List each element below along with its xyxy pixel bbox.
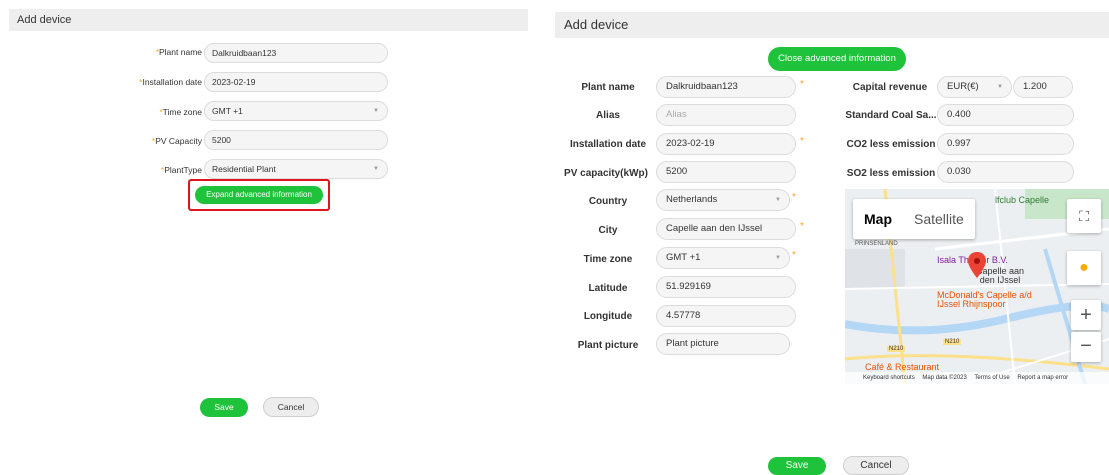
close-advanced-button[interactable]: Close advanced information	[768, 47, 906, 71]
map-type-toggle: Map Satellite	[853, 199, 975, 239]
map-pin-icon[interactable]	[968, 252, 986, 278]
pv-capacity-label: PV capacity(kWp)	[564, 168, 648, 179]
satellite-tab[interactable]: Satellite	[903, 199, 975, 239]
country-label: Country	[588, 196, 628, 207]
cancel-button[interactable]: Cancel	[263, 397, 319, 417]
installation-date-input[interactable]: 2023-02-19	[204, 72, 388, 92]
keyboard-shortcuts-link[interactable]: Keyboard shortcuts	[863, 375, 915, 381]
latitude-input[interactable]: 51.929169	[656, 276, 796, 298]
co2-label: CO2 less emission	[846, 139, 936, 150]
chevron-down-icon: ▼	[775, 197, 781, 203]
required-mark: *	[800, 136, 804, 147]
street-view-pegman-icon[interactable]: ●	[1067, 251, 1101, 285]
left-header: Add device	[9, 9, 528, 31]
plant-name-input[interactable]: Dalkruidbaan123	[656, 76, 796, 98]
chevron-down-icon: ▼	[373, 166, 379, 172]
currency-select[interactable]: EUR(€) ▼	[937, 76, 1012, 98]
map-road-label: N210	[887, 346, 906, 352]
map-data-credit: Map data ©2023	[922, 375, 967, 381]
page-title: Add device	[564, 17, 629, 32]
capital-revenue-label: Capital revenue	[852, 82, 928, 93]
co2-input[interactable]: 0.997	[937, 133, 1074, 155]
chevron-down-icon: ▼	[373, 108, 379, 114]
map-view[interactable]: lfclub Capelle PRINSENLAND Isala Theater…	[845, 189, 1109, 384]
chevron-down-icon: ▼	[775, 255, 781, 261]
time-zone-label: Time zone	[583, 254, 633, 265]
pv-capacity-input[interactable]: 5200	[656, 161, 796, 183]
terms-link[interactable]: Terms of Use	[974, 375, 1009, 381]
installation-date-label: Installation date	[569, 139, 647, 150]
longitude-label: Longitude	[583, 311, 633, 322]
map-tab[interactable]: Map	[853, 199, 903, 239]
latitude-label: Latitude	[588, 283, 628, 294]
standard-coal-label: Standard Coal Sa...	[845, 110, 937, 121]
installation-date-label: *Installation date	[139, 77, 202, 87]
plant-picture-label: Plant picture	[577, 340, 639, 351]
zoom-out-icon[interactable]: −	[1071, 332, 1101, 362]
map-footer: Keyboard shortcuts Map data ©2023 Terms …	[845, 372, 1109, 384]
alias-input[interactable]: Alias	[656, 104, 796, 126]
fullscreen-icon[interactable]: ⛶	[1067, 199, 1101, 233]
longitude-input[interactable]: 4.57778	[656, 305, 796, 327]
plant-type-select[interactable]: Residential Plant ▼	[204, 159, 388, 179]
plant-name-input[interactable]: Dalkruidbaan123	[204, 43, 388, 63]
pv-capacity-input[interactable]: 5200	[204, 130, 388, 150]
report-error-link[interactable]: Report a map error	[1017, 375, 1068, 381]
expand-advanced-button[interactable]: Expand advanced information	[195, 186, 323, 204]
map-place-label: PRINSENLAND	[855, 241, 898, 247]
plant-type-label: *PlantType	[160, 165, 202, 175]
right-header: Add device	[555, 12, 1109, 38]
save-button[interactable]: Save	[768, 457, 826, 475]
required-mark: *	[792, 192, 796, 203]
map-place-label: lfclub Capelle	[995, 195, 1050, 205]
pv-capacity-label: *PV Capacity	[151, 136, 202, 146]
save-button[interactable]: Save	[200, 398, 248, 417]
required-mark: *	[792, 250, 796, 261]
map-place-label: Café & Restaurant	[865, 362, 940, 372]
map-place-label: McDonald's Capelle a/d IJssel Rhijnspoor	[937, 290, 1032, 309]
required-mark: *	[800, 221, 804, 232]
time-zone-label: *Time zone	[159, 107, 202, 117]
map-road-label: N210	[943, 339, 962, 345]
installation-date-input[interactable]: 2023-02-19	[656, 133, 796, 155]
country-select[interactable]: Netherlands ▼	[656, 189, 790, 211]
capital-revenue-input[interactable]: 1.200	[1013, 76, 1073, 98]
time-zone-select[interactable]: GMT +1 ▼	[656, 247, 790, 269]
alias-label: Alias	[596, 110, 620, 121]
required-mark: *	[800, 79, 804, 90]
plant-name-label: *Plant name	[155, 47, 202, 57]
city-label: City	[598, 225, 618, 236]
city-input[interactable]: Capelle aan den IJssel	[656, 218, 796, 240]
page-title: Add device	[17, 14, 72, 26]
cancel-button[interactable]: Cancel	[843, 456, 909, 475]
chevron-down-icon: ▼	[997, 84, 1003, 90]
time-zone-select[interactable]: GMT +1 ▼	[204, 101, 388, 121]
zoom-in-icon[interactable]: +	[1071, 300, 1101, 330]
so2-input[interactable]: 0.030	[937, 161, 1074, 183]
standard-coal-input[interactable]: 0.400	[937, 104, 1074, 126]
plant-name-label: Plant name	[581, 82, 635, 93]
so2-label: SO2 less emission	[846, 168, 936, 179]
plant-picture-input[interactable]: Plant picture	[656, 333, 790, 355]
